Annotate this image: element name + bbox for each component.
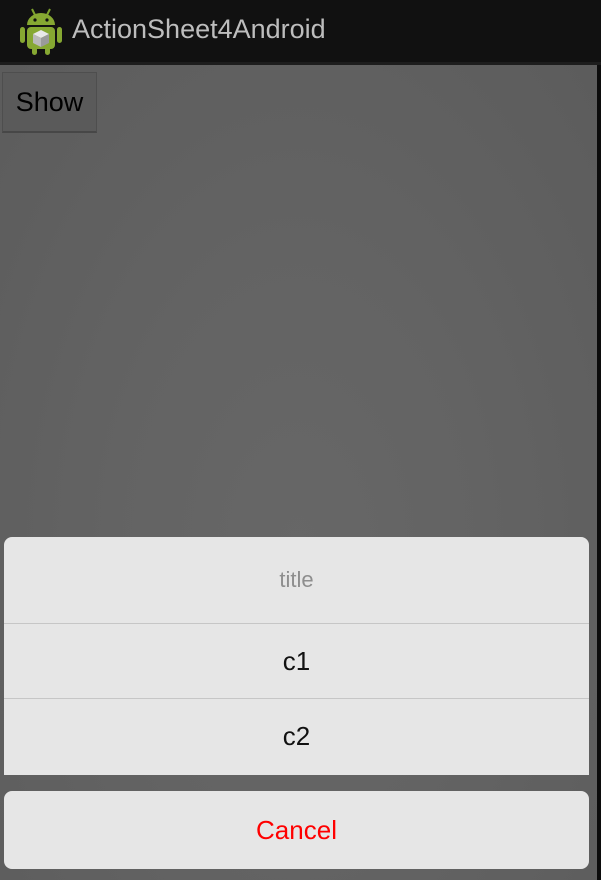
cancel-button[interactable]: Cancel <box>4 791 589 869</box>
action-sheet-item-c2[interactable]: c2 <box>4 699 589 774</box>
action-sheet: title c1 c2 <box>4 537 589 775</box>
app-title: ActionSheet4Android <box>72 14 326 44</box>
action-sheet-item-c1[interactable]: c1 <box>4 624 589 699</box>
action-sheet-title: title <box>4 537 589 624</box>
show-button[interactable]: Show <box>2 72 97 133</box>
action-bar: ActionSheet4Android <box>0 0 601 65</box>
android-robot-icon <box>18 5 64 55</box>
screen-edge <box>597 65 601 880</box>
app-screen: ActionSheet4Android Show title c1 c2 Can… <box>0 0 601 880</box>
